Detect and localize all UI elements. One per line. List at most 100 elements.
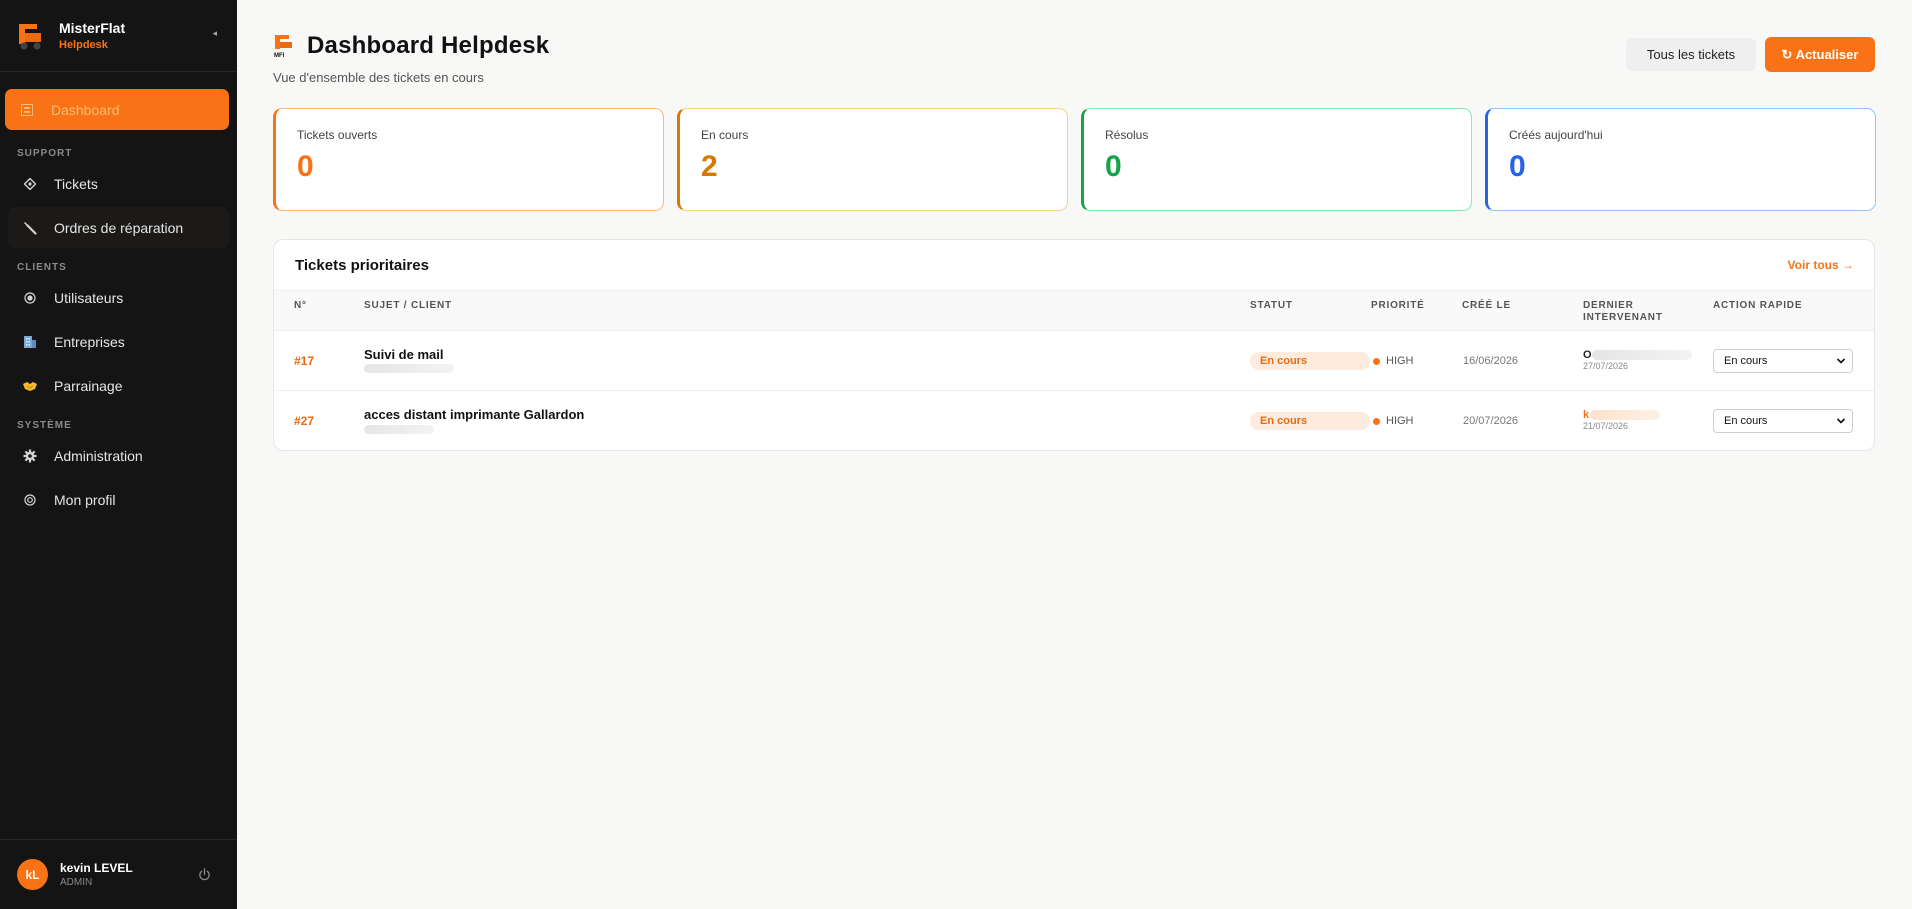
collapse-sidebar-icon[interactable]: ◂ xyxy=(212,28,217,39)
table-header: N° SUJET / CLIENT STATUT PRIORITÉ CRÉÉ L… xyxy=(274,290,1874,331)
svg-text:MFI: MFI xyxy=(274,53,285,58)
redacted-agent xyxy=(1590,410,1660,420)
stat-card-created-today: Créés aujourd'hui 0 xyxy=(1485,108,1876,211)
sidebar-item-label: Utilisateurs xyxy=(54,289,124,306)
all-tickets-button[interactable]: Tous les tickets xyxy=(1626,38,1756,71)
redacted-agent xyxy=(1592,350,1692,360)
brand-logo xyxy=(19,23,41,49)
sidebar-item-repair-orders[interactable]: Ordres de réparation xyxy=(8,207,229,248)
priority-tickets-panel: Tickets prioritaires Voir tous → N° SUJE… xyxy=(273,239,1875,451)
page-title: Dashboard Helpdesk xyxy=(307,32,550,59)
handshake-icon xyxy=(22,378,38,394)
ticket-id[interactable]: #17 xyxy=(294,354,314,368)
ticket-subject: acces distant imprimante Gallardon xyxy=(364,407,585,422)
current-user: kL kevin LEVEL ADMIN xyxy=(0,839,237,909)
stat-value: 0 xyxy=(1105,150,1122,183)
nav-section-support: SUPPORT xyxy=(17,148,73,159)
sidebar-item-label: Mon profil xyxy=(54,491,116,508)
priority-dot xyxy=(1373,417,1380,425)
priority-label: HIGH xyxy=(1386,415,1414,427)
priority-indicator: HIGH xyxy=(1373,415,1414,427)
column-header: ACTION RAPIDE xyxy=(1713,300,1803,311)
power-icon[interactable] xyxy=(198,868,211,881)
helpdesk-logo: MFI xyxy=(274,35,292,58)
nav-section-system: SYSTÈME xyxy=(17,420,72,431)
quick-action-value: En cours xyxy=(1724,355,1768,367)
stat-card-resolved: Résolus 0 xyxy=(1081,108,1472,211)
stat-value: 0 xyxy=(1509,150,1526,183)
ticket-id[interactable]: #27 xyxy=(294,414,314,428)
quick-action-select[interactable]: En cours xyxy=(1713,409,1853,433)
sidebar-item-companies[interactable]: Entreprises xyxy=(8,321,229,362)
table-row[interactable]: #27 acces distant imprimante Gallardon E… xyxy=(274,391,1874,450)
column-header: STATUT xyxy=(1250,300,1293,311)
sidebar-item-label: Entreprises xyxy=(54,333,125,350)
sidebar-item-label: Ordres de réparation xyxy=(54,219,184,236)
page-header: MFI Dashboard Helpdesk Vue d'ensemble de… xyxy=(273,32,549,85)
avatar: kL xyxy=(17,859,48,890)
wrench-icon xyxy=(22,220,38,236)
chevron-down-icon xyxy=(1836,418,1846,424)
stat-label: En cours xyxy=(701,128,749,142)
stats-cards: Tickets ouverts 0 En cours 2 Résolus 0 C… xyxy=(273,108,1876,211)
stat-card-open: Tickets ouverts 0 xyxy=(273,108,664,211)
column-header: PRIORITÉ xyxy=(1371,300,1425,311)
sidebar-item-tickets[interactable]: Tickets xyxy=(8,163,229,204)
sidebar-item-label: Administration xyxy=(54,447,143,464)
sidebar-item-label: Tickets xyxy=(54,175,98,192)
quick-action-select[interactable]: En cours xyxy=(1713,349,1853,373)
nav-section-clients: CLIENTS xyxy=(17,262,67,273)
table-row[interactable]: #17 Suivi de mail En cours HIGH 16/06/20… xyxy=(274,331,1874,391)
user-name: kevin LEVEL xyxy=(60,861,133,875)
ticket-icon xyxy=(22,176,38,192)
created-date: 20/07/2026 xyxy=(1463,415,1519,427)
status-badge: En cours xyxy=(1250,412,1370,430)
see-all-link[interactable]: Voir tous → xyxy=(1788,258,1854,272)
sidebar-item-dashboard[interactable]: Dashboard xyxy=(5,89,229,130)
sidebar-item-users[interactable]: Utilisateurs xyxy=(8,277,229,318)
priority-label: HIGH xyxy=(1386,355,1414,367)
brand-name: MisterFlat xyxy=(59,20,126,36)
sidebar-item-administration[interactable]: Administration xyxy=(8,435,229,476)
last-agent-name: O xyxy=(1583,349,1592,361)
status-badge: En cours xyxy=(1250,352,1370,370)
stat-label: Tickets ouverts xyxy=(297,128,378,142)
sidebar-item-label: Parrainage xyxy=(54,377,123,394)
user-role: ADMIN xyxy=(60,877,93,888)
sidebar-nav: Dashboard SUPPORT Tickets Ordres de répa… xyxy=(0,72,237,520)
created-date: 16/06/2026 xyxy=(1463,355,1519,367)
priority-dot xyxy=(1373,357,1380,365)
stat-value: 0 xyxy=(297,150,314,183)
profile-icon xyxy=(22,492,38,508)
ticket-subject: Suivi de mail xyxy=(364,347,444,362)
sidebar-item-referral[interactable]: Parrainage xyxy=(8,365,229,406)
stat-label: Créés aujourd'hui xyxy=(1509,128,1603,142)
last-agent-name: k xyxy=(1583,409,1590,421)
redacted-client xyxy=(364,364,454,373)
stat-value: 2 xyxy=(701,150,718,183)
column-header: CRÉÉ LE xyxy=(1462,300,1511,311)
user-circle-icon xyxy=(22,290,38,306)
sidebar-item-label: Dashboard xyxy=(51,101,120,118)
dashboard-icon xyxy=(19,102,35,118)
brand: MisterFlat Helpdesk ◂ xyxy=(0,0,237,72)
building-icon xyxy=(22,334,38,350)
column-header: N° xyxy=(294,300,307,311)
sidebar-item-profile[interactable]: Mon profil xyxy=(8,479,229,520)
redacted-client xyxy=(364,425,434,434)
column-header: SUJET / CLIENT xyxy=(364,300,452,311)
refresh-button[interactable]: ↻ Actualiser xyxy=(1765,37,1875,72)
priority-indicator: HIGH xyxy=(1373,355,1414,367)
quick-action-value: En cours xyxy=(1724,415,1768,427)
sidebar: MisterFlat Helpdesk ◂ Dashboard SUPPORT … xyxy=(0,0,237,909)
last-agent-date: 21/07/2026 xyxy=(1583,421,1629,431)
page-subtitle: Vue d'ensemble des tickets en cours xyxy=(273,70,484,85)
column-header: DERNIER INTERVENANT xyxy=(1583,300,1663,323)
stat-label: Résolus xyxy=(1105,128,1149,142)
stat-card-in-progress: En cours 2 xyxy=(677,108,1068,211)
panel-title: Tickets prioritaires xyxy=(295,256,429,274)
brand-subtitle: Helpdesk xyxy=(59,39,108,51)
gear-icon xyxy=(22,448,38,464)
main-content: MFI Dashboard Helpdesk Vue d'ensemble de… xyxy=(237,0,1912,909)
chevron-down-icon xyxy=(1836,358,1846,364)
